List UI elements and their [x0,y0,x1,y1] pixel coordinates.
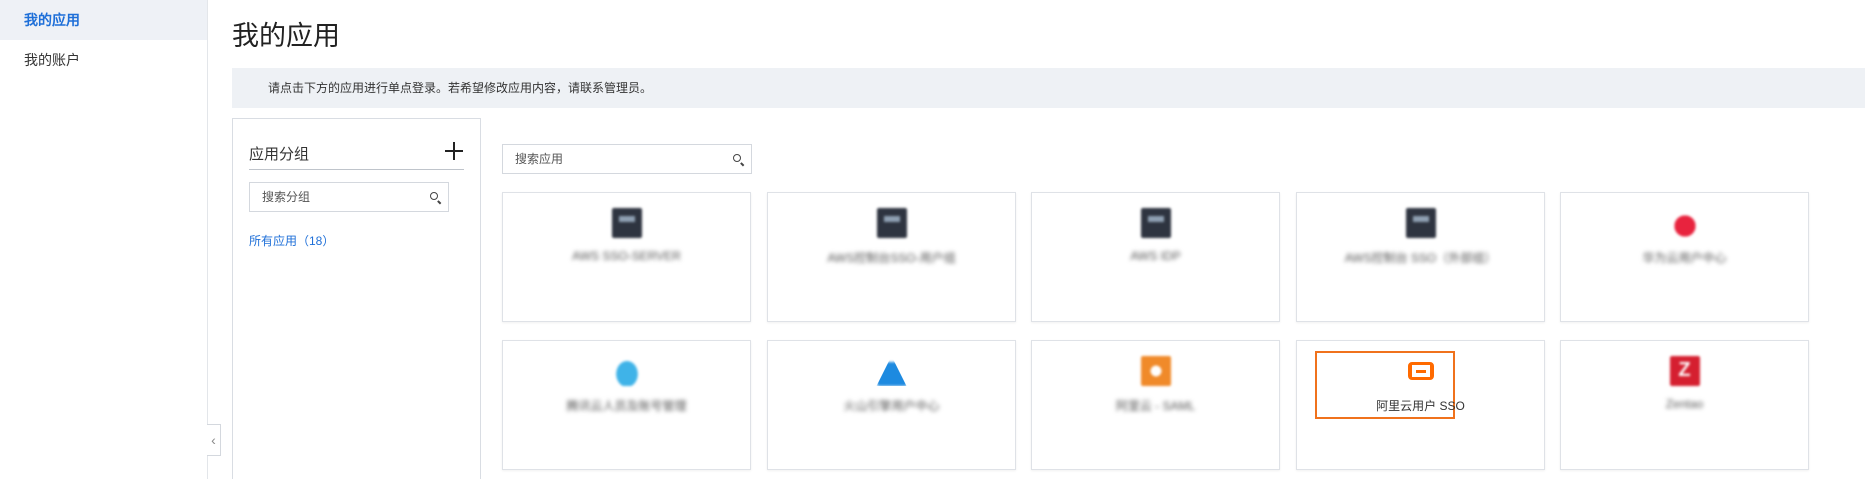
search-icon[interactable] [733,154,741,162]
app-card-label: AWS IDP [1130,249,1181,263]
group-item-all-apps[interactable]: 所有应用（18） [249,232,334,249]
app-card[interactable]: 腾讯云人员及账号管理 [502,340,751,470]
group-panel: 应用分组 所有应用（18） [232,118,481,479]
notice-banner: 请点击下方的应用进行单点登录。若希望修改应用内容，请联系管理员。 [232,68,1865,108]
app-card[interactable]: Zentao [1560,340,1809,470]
app-card-aliyun-sso[interactable]: 阿里云用户 SSO [1296,340,1545,470]
app-card[interactable]: 华为云用户中心 [1560,192,1809,322]
app-card-label: AWS控制台SSO-用户组 [827,251,956,265]
app-card[interactable]: AWS控制台SSO-用户组 [767,192,1016,322]
app-card-label: 阿里云用户 SSO [1376,399,1465,413]
app-card-label: 阿里云 - SAML [1115,399,1196,413]
server-icon [1405,208,1436,238]
triangle-icon [876,356,907,386]
sidebar-item-my-account[interactable]: 我的账户 [0,40,207,80]
sidebar: 我的应用 我的账户 [0,0,208,479]
app-card-label: Zentao [1665,397,1704,411]
app-card-label: AWS控制台 SSO（外部组） [1344,251,1497,265]
app-card[interactable]: AWS IDP [1031,192,1280,322]
orange-circle-icon [1140,356,1171,386]
group-search-input[interactable] [250,183,448,211]
app-card-label: AWS SSO-SERVER [572,249,681,263]
server-icon [1140,208,1171,238]
app-card-label: 华为云用户中心 [1642,251,1727,265]
page-title: 我的应用 [232,21,340,51]
sidebar-item-my-apps[interactable]: 我的应用 [0,0,207,40]
app-search [502,144,752,174]
zentao-icon [1669,356,1700,386]
chevron-left-icon: ‹ [211,432,216,448]
group-title: 应用分组 [249,146,310,163]
app-card[interactable]: AWS SSO-SERVER [502,192,751,322]
server-icon [611,208,642,238]
huawei-icon [1669,208,1700,238]
app-card[interactable]: AWS控制台 SSO（外部组） [1296,192,1545,322]
app-card-label: 腾讯云人员及账号管理 [566,399,687,413]
group-header: 应用分组 [249,141,464,170]
app-card[interactable]: 火山引擎用户中心 [767,340,1016,470]
server-icon [876,208,907,238]
aliyun-icon [1406,356,1436,386]
search-icon[interactable] [430,192,438,200]
cloud-icon [611,356,642,386]
app-card-label: 火山引擎用户中心 [843,399,940,413]
group-search [249,182,449,212]
plus-icon[interactable] [444,141,464,161]
app-card[interactable]: 阿里云 - SAML [1031,340,1280,470]
app-search-input[interactable] [503,145,751,173]
sidebar-collapse-button[interactable]: ‹ [207,424,221,456]
